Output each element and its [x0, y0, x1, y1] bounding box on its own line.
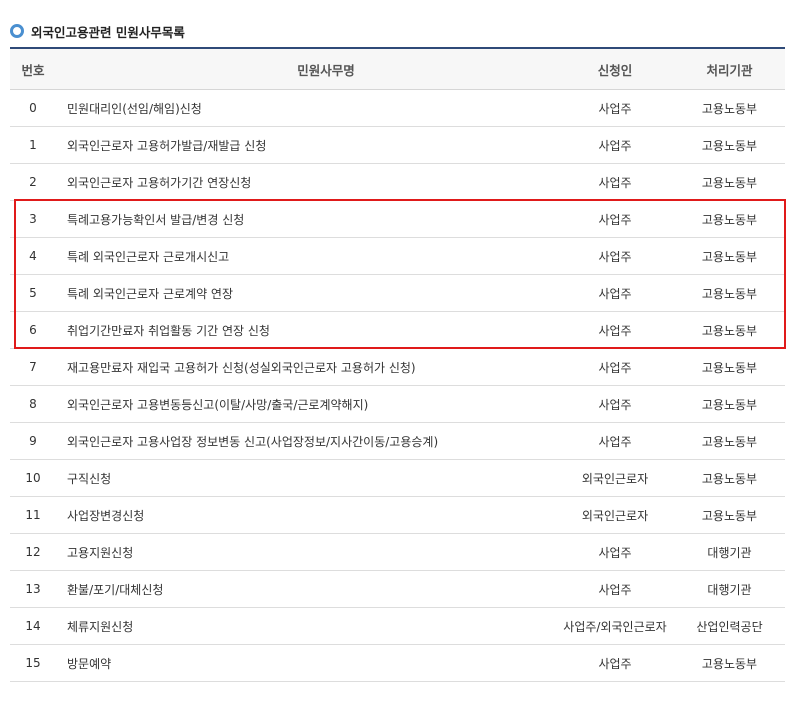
table-body: 0 민원대리인(선임/해임)신청 사업주 고용노동부 1 외국인근로자 고용허가발급/재발… — [10, 90, 785, 682]
row-org: 고용노동부 — [701, 138, 758, 153]
row-org: 고용노동부 — [701, 101, 758, 116]
table-header-row: 번호 민원사무명 신청인 처리기관 — [10, 49, 785, 90]
table-row: 11 사업장변경신청 외국인근로자 고용노동부 — [10, 497, 785, 534]
row-no: 1 — [29, 138, 37, 152]
row-no: 12 — [25, 545, 41, 559]
row-no: 7 — [29, 360, 37, 374]
table-row: 14 체류지원신청 사업주/외국인근로자 산업인력공단 — [10, 608, 785, 645]
row-no: 11 — [25, 508, 41, 522]
section-header: 외국인고용관련 민원사무목록 — [10, 22, 185, 40]
table-row: 12 고용지원신청 사업주 대행기관 — [10, 534, 785, 571]
table-row: 2 외국인근로자 고용허가기간 연장신청 사업주 고용노동부 — [10, 164, 785, 201]
row-name: 특례 외국인근로자 근로개시신고 — [67, 249, 230, 264]
row-name: 민원대리인(선임/해임)신청 — [67, 101, 202, 116]
row-org: 고용노동부 — [701, 286, 758, 301]
row-org: 고용노동부 — [701, 397, 758, 412]
row-org: 대행기관 — [707, 582, 752, 597]
row-name: 외국인근로자 고용변동등신고(이탈/사망/출국/근로계약해지) — [67, 397, 369, 412]
row-name: 사업장변경신청 — [67, 508, 145, 523]
table-row: 6 취업기간만료자 취업활동 기간 연장 신청 사업주 고용노동부 — [10, 312, 785, 349]
row-applicant: 사업주 — [598, 249, 632, 264]
header-name: 민원사무명 — [297, 62, 355, 78]
row-org: 고용노동부 — [701, 175, 758, 190]
row-no: 9 — [29, 434, 37, 448]
row-org: 고용노동부 — [701, 323, 758, 338]
section-title: 외국인고용관련 민원사무목록 — [31, 24, 185, 40]
table-row: 15 방문예약 사업주 고용노동부 — [10, 645, 785, 682]
row-applicant: 사업주 — [598, 582, 632, 597]
row-no: 4 — [29, 249, 37, 263]
row-org: 고용노동부 — [701, 360, 758, 375]
row-applicant: 사업주/외국인근로자 — [563, 619, 667, 634]
table-row: 3 특례고용가능확인서 발급/변경 신청 사업주 고용노동부 — [10, 201, 785, 238]
row-org: 고용노동부 — [701, 656, 758, 671]
row-org: 고용노동부 — [701, 212, 758, 227]
row-applicant: 사업주 — [598, 434, 632, 449]
row-no: 8 — [29, 397, 37, 411]
row-org: 대행기관 — [707, 545, 752, 560]
row-name: 고용지원신청 — [67, 545, 134, 560]
table-row: 13 환불/포기/대체신청 사업주 대행기관 — [10, 571, 785, 608]
row-name: 취업기간만료자 취업활동 기간 연장 신청 — [67, 323, 270, 338]
table-row: 8 외국인근로자 고용변동등신고(이탈/사망/출국/근로계약해지) 사업주 고용노동부 — [10, 386, 785, 423]
row-no: 2 — [29, 175, 37, 189]
row-no: 6 — [29, 323, 37, 337]
row-name: 구직신청 — [67, 471, 112, 486]
row-applicant: 사업주 — [598, 545, 632, 560]
row-name: 외국인근로자 고용허가기간 연장신청 — [67, 175, 252, 190]
header-no: 번호 — [21, 62, 45, 78]
row-applicant: 사업주 — [598, 397, 632, 412]
row-no: 14 — [25, 619, 41, 633]
row-applicant: 외국인근로자 — [581, 508, 649, 523]
row-org: 산업인력공단 — [696, 619, 763, 634]
table-row: 9 외국인근로자 고용사업장 정보변동 신고(사업장정보/지사간이동/고용승계) 사… — [10, 423, 785, 460]
row-no: 3 — [29, 212, 37, 226]
table-row: 0 민원대리인(선임/해임)신청 사업주 고용노동부 — [10, 90, 785, 127]
row-org: 고용노동부 — [701, 508, 758, 523]
row-name: 외국인근로자 고용허가발급/재발급 신청 — [67, 138, 267, 153]
row-applicant: 사업주 — [598, 656, 632, 671]
row-applicant: 사업주 — [598, 101, 632, 116]
circle-bullet-icon — [10, 24, 24, 38]
row-name: 특례 외국인근로자 근로계약 연장 — [67, 286, 234, 301]
row-name: 재고용만료자 재입국 고용허가 신청(성실외국인근로자 고용허가 신청) — [67, 360, 416, 375]
row-applicant: 사업주 — [598, 212, 632, 227]
row-name: 방문예약 — [67, 656, 112, 671]
header-org: 처리기관 — [706, 62, 753, 78]
table-row: 1 외국인근로자 고용허가발급/재발급 신청 사업주 고용노동부 — [10, 127, 785, 164]
row-org: 고용노동부 — [701, 471, 758, 486]
row-name: 특례고용가능확인서 발급/변경 신청 — [67, 212, 245, 227]
table-row: 10 구직신청 외국인근로자 고용노동부 — [10, 460, 785, 497]
row-applicant: 사업주 — [598, 138, 632, 153]
row-applicant: 사업주 — [598, 286, 632, 301]
row-no: 15 — [25, 656, 41, 670]
civil-affairs-table: 번호 민원사무명 신청인 처리기관 0 민원대리인(선임/해임)신청 사업주 고용노동… — [10, 47, 785, 682]
row-name: 환불/포기/대체신청 — [67, 582, 164, 597]
table-row: 5 특례 외국인근로자 근로계약 연장 사업주 고용노동부 — [10, 275, 785, 312]
row-no: 5 — [29, 286, 37, 300]
row-org: 고용노동부 — [701, 249, 758, 264]
row-applicant: 사업주 — [598, 175, 632, 190]
row-applicant: 사업주 — [598, 323, 632, 338]
table-row: 7 재고용만료자 재입국 고용허가 신청(성실외국인근로자 고용허가 신청) 사업주… — [10, 349, 785, 386]
row-no: 10 — [25, 471, 41, 485]
table-row: 4 특례 외국인근로자 근로개시신고 사업주 고용노동부 — [10, 238, 785, 275]
row-no: 13 — [25, 582, 41, 596]
row-org: 고용노동부 — [701, 434, 758, 449]
header-applicant: 신청인 — [597, 62, 633, 78]
row-name: 외국인근로자 고용사업장 정보변동 신고(사업장정보/지사간이동/고용승계) — [67, 434, 439, 449]
row-applicant: 사업주 — [598, 360, 632, 375]
row-no: 0 — [29, 101, 37, 115]
row-name: 체류지원신청 — [67, 619, 134, 634]
row-applicant: 외국인근로자 — [581, 471, 649, 486]
